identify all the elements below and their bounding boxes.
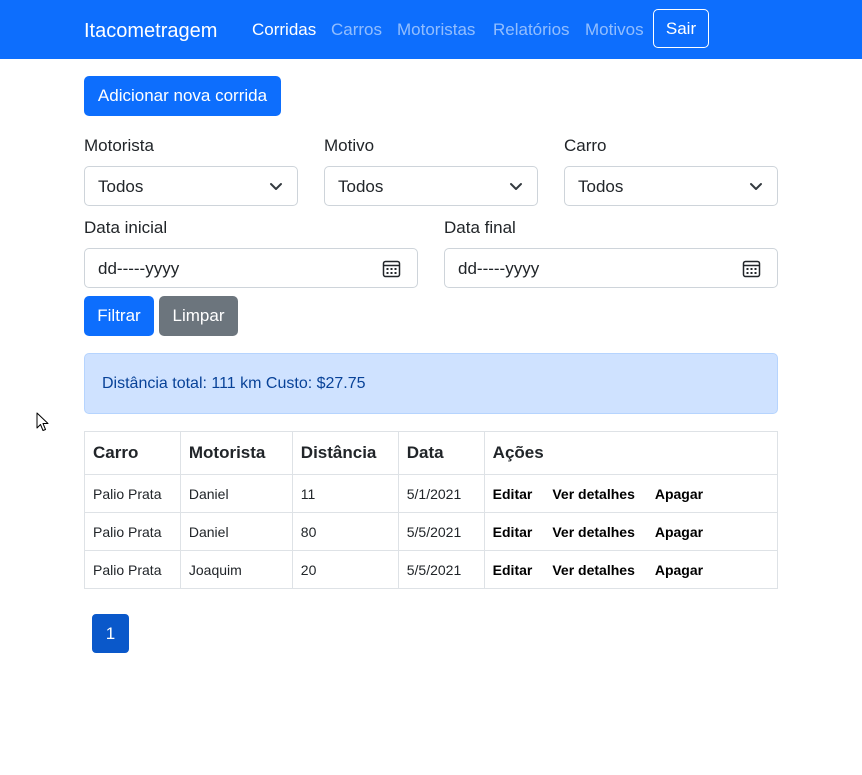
motivo-select-value: Todos [338,177,384,196]
mouse-cursor-icon [36,412,49,431]
motivo-select[interactable]: Todos [324,166,538,206]
nav-link-carros[interactable]: Carros [331,20,382,40]
data-final-label: Data final [444,218,516,237]
nav-link-relatorios[interactable]: Relatórios [493,20,570,40]
carro-select-value: Todos [578,177,624,196]
motivo-label: Motivo [324,136,375,155]
logout-button[interactable]: Sair [653,9,709,48]
cell-data: 5/5/2021 [397,550,485,589]
cell-carro: Palio Prata [84,512,181,551]
summary-text: Distância total: 111 km Custo: $27.75 [102,375,366,392]
cell-carro: Palio Prata [84,550,181,589]
table-row: Palio Prata Joaquim 20 5/5/2021 Editar Ve… [84,550,779,589]
cell-acoes: Editar Ver detalhes Apagar [483,474,779,513]
cell-carro: Palio Prata [84,474,181,513]
calendar-icon[interactable] [742,259,761,278]
chevron-down-icon [750,183,762,190]
cell-data: 5/5/2021 [397,512,485,551]
chevron-down-icon [510,183,522,190]
data-inicial-label: Data inicial [84,218,168,237]
header-distancia: Distância [291,431,399,475]
edit-link[interactable]: Editar [493,562,533,578]
nav-link-motoristas[interactable]: Motoristas [397,20,475,40]
header-carro: Carro [84,431,181,475]
cell-acoes: Editar Ver detalhes Apagar [483,512,779,551]
header-motorista: Motorista [179,431,293,475]
top-navbar: Itacometragem Corridas Carros Motoristas… [0,0,862,59]
delete-link[interactable]: Apagar [655,562,703,578]
cell-motorista: Daniel [179,474,293,513]
cell-data: 5/1/2021 [397,474,485,513]
cell-acoes: Editar Ver detalhes Apagar [483,550,779,589]
chevron-down-icon [270,183,282,190]
edit-link[interactable]: Editar [493,524,533,540]
motorista-select[interactable]: Todos [84,166,298,206]
carro-label: Carro [564,136,607,155]
details-link[interactable]: Ver detalhes [552,486,635,502]
table-row: Palio Prata Daniel 11 5/1/2021 Editar Ver… [84,474,779,513]
header-data: Data [397,431,485,475]
motorista-select-value: Todos [98,177,144,196]
data-inicial-input[interactable]: dd-----yyyy [84,248,418,288]
cell-distancia: 80 [291,512,399,551]
table-header-row: Carro Motorista Distância Data Ações [84,431,779,475]
add-ride-button[interactable]: Adicionar nova corrida [84,76,281,116]
data-final-input[interactable]: dd-----yyyy [444,248,778,288]
details-link[interactable]: Ver detalhes [552,524,635,540]
summary-alert: Distância total: 111 km Custo: $27.75 [84,353,778,414]
cell-motorista: Joaquim [179,550,293,589]
filter-button[interactable]: Filtrar [84,296,154,336]
cell-motorista: Daniel [179,512,293,551]
clear-button[interactable]: Limpar [159,296,238,336]
nav-link-corridas[interactable]: Corridas [252,20,316,40]
header-acoes: Ações [483,431,779,475]
cell-distancia: 20 [291,550,399,589]
pagination-page-1[interactable]: 1 [92,614,129,653]
carro-select[interactable]: Todos [564,166,778,206]
rides-table: Carro Motorista Distância Data Ações Pal… [84,431,779,589]
cell-distancia: 11 [291,474,399,513]
data-final-value: dd-----yyyy [458,259,540,278]
calendar-icon[interactable] [382,259,401,278]
edit-link[interactable]: Editar [493,486,533,502]
delete-link[interactable]: Apagar [655,486,703,502]
motorista-label: Motorista [84,136,154,155]
table-row: Palio Prata Daniel 80 5/5/2021 Editar Ver… [84,512,779,551]
data-inicial-value: dd-----yyyy [98,259,180,278]
brand-logo[interactable]: Itacometragem [84,18,217,44]
details-link[interactable]: Ver detalhes [552,562,635,578]
nav-link-motivos[interactable]: Motivos [585,20,644,40]
delete-link[interactable]: Apagar [655,524,703,540]
